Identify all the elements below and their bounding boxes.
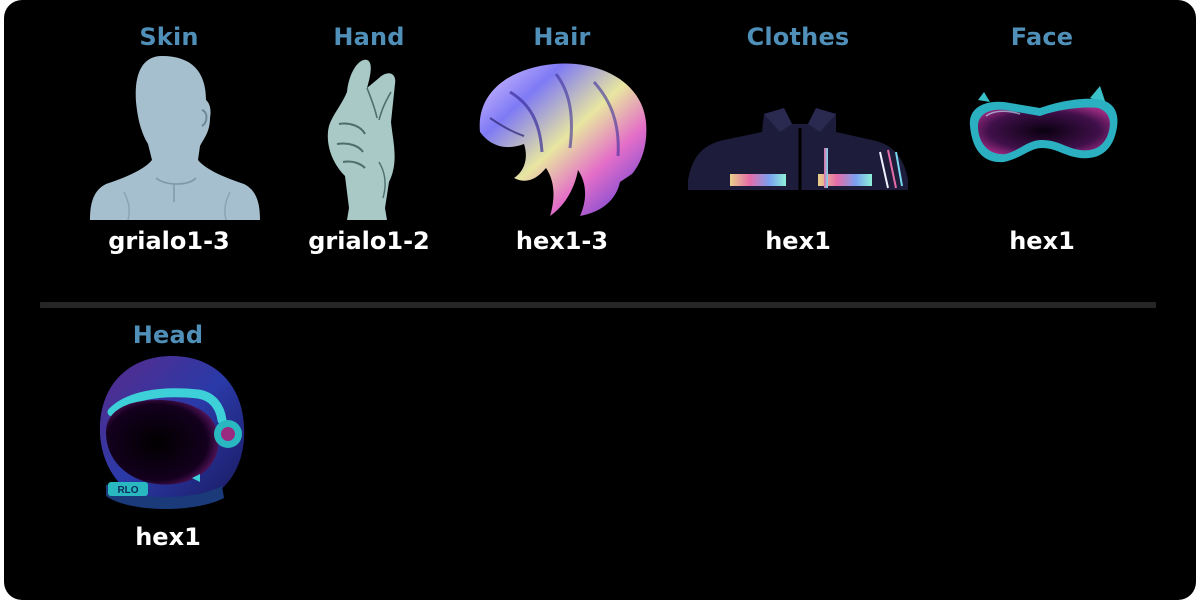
trait-card-skin[interactable]: Skin grialo1-3 bbox=[84, 22, 260, 256]
trait-value-label: hex1 bbox=[765, 227, 831, 255]
svg-text:RLO: RLO bbox=[117, 485, 138, 496]
trait-category-label: Head bbox=[132, 321, 204, 349]
trait-value-label: grialo1-2 bbox=[308, 227, 430, 255]
trait-card-clothes[interactable]: Clothes hex1 bbox=[684, 22, 912, 256]
trait-category-label: Hair bbox=[533, 23, 591, 51]
trait-value-label: hex1-3 bbox=[515, 227, 609, 255]
bust-silhouette-icon bbox=[90, 56, 260, 220]
space-helmet-icon: RLO bbox=[99, 356, 245, 510]
trait-card-face[interactable]: Face hex1 bbox=[960, 22, 1124, 256]
trait-category-label: Face bbox=[1010, 23, 1074, 51]
trait-card-hand[interactable]: Hand grialo1-2 bbox=[289, 22, 449, 256]
trait-value-label: grialo1-3 bbox=[108, 227, 230, 255]
traits-panel: Skin grialo1-3 Hand grialo1-2 Hair hex1-… bbox=[4, 0, 1196, 600]
section-divider bbox=[40, 302, 1156, 308]
pinch-hand-icon bbox=[327, 59, 396, 220]
holographic-hair-icon bbox=[479, 63, 647, 216]
jacket-icon bbox=[688, 108, 908, 190]
trait-value-label: hex1 bbox=[1009, 227, 1075, 255]
trait-category-label: Clothes bbox=[746, 23, 850, 51]
trait-category-label: Skin bbox=[139, 23, 199, 51]
trait-category-label: Hand bbox=[333, 23, 405, 51]
trait-card-head[interactable]: Head RLO hex1 bbox=[88, 320, 248, 552]
trait-card-hair[interactable]: Hair hex1-3 bbox=[470, 22, 654, 256]
cat-ear-goggles-icon bbox=[969, 86, 1118, 163]
trait-value-label: hex1 bbox=[135, 523, 201, 551]
